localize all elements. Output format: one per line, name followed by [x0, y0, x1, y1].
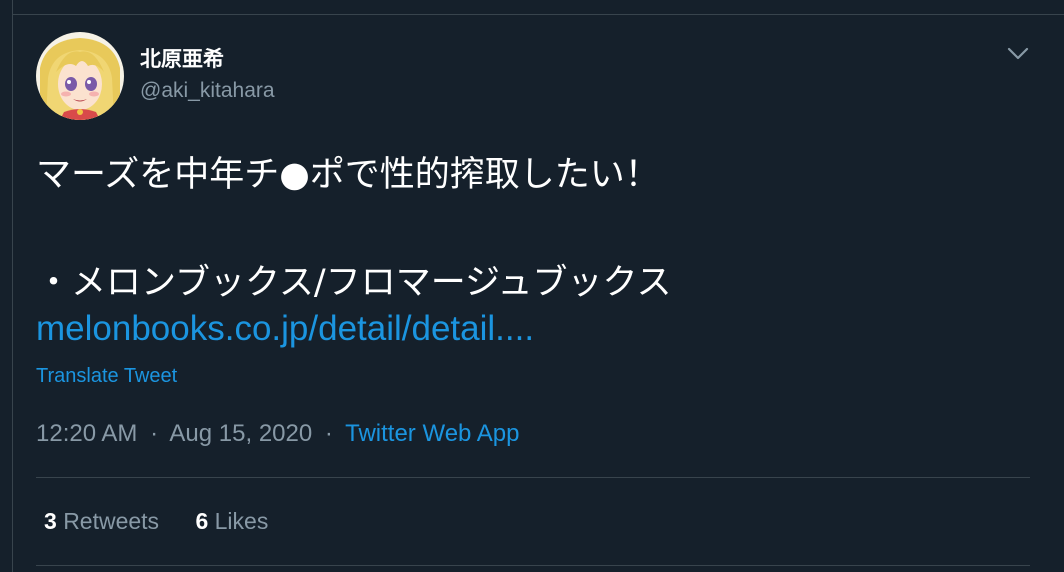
- tweet-link[interactable]: melonbooks.co.jp/detail/detail....: [36, 309, 534, 349]
- engagement-stats: 3 Retweets 6 Likes: [44, 508, 268, 535]
- tweet-metadata: 12:20 AM · Aug 15, 2020 · Twitter Web Ap…: [36, 420, 519, 448]
- top-border: [12, 14, 1064, 15]
- handle[interactable]: @aki_kitahara: [140, 79, 275, 103]
- likes-label: Likes: [214, 508, 269, 534]
- display-name[interactable]: 北原亜希: [140, 43, 224, 73]
- retweets-label: Retweets: [63, 508, 160, 534]
- tweet-text-line: ・メロンブックス/フロマージュブックス: [36, 263, 672, 303]
- translate-tweet-link[interactable]: Translate Tweet: [36, 365, 177, 388]
- avatar[interactable]: [36, 32, 124, 120]
- chevron-down-icon: [1007, 47, 1029, 60]
- separator: ·: [324, 420, 333, 447]
- retweets-count: 3: [44, 508, 57, 534]
- tweet-text-line: マーズを中年チ●ポで性的搾取したい！: [36, 155, 660, 195]
- tweet-date[interactable]: Aug 15, 2020: [169, 420, 312, 447]
- tweet-time[interactable]: 12:20 AM: [36, 420, 137, 447]
- retweets-stat[interactable]: 3 Retweets: [44, 508, 165, 534]
- likes-count: 6: [195, 508, 209, 534]
- avatar-image: [36, 32, 124, 120]
- divider: [36, 565, 1030, 566]
- likes-stat[interactable]: 6 Likes: [195, 508, 268, 534]
- more-options-button[interactable]: [1002, 38, 1034, 70]
- divider: [36, 477, 1030, 478]
- separator: ·: [150, 420, 159, 447]
- tweet-source[interactable]: Twitter Web App: [345, 420, 519, 447]
